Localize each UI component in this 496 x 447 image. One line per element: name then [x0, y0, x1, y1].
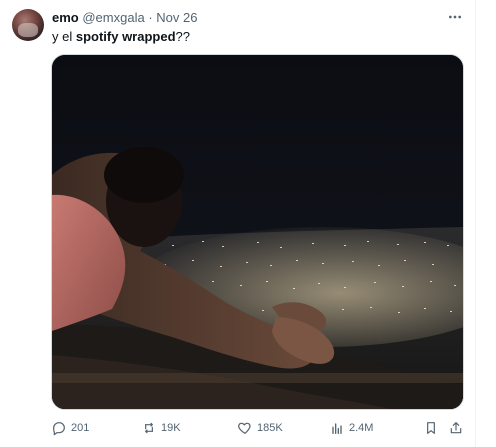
repost-count: 19K [161, 422, 181, 434]
post-date[interactable]: Nov 26 [156, 10, 197, 25]
night-city-photo [52, 55, 463, 409]
views-count: 2.4M [349, 422, 374, 434]
reply-count: 201 [71, 422, 90, 434]
repost-action[interactable]: 19K [141, 418, 181, 438]
like-action[interactable]: 185K [237, 418, 283, 438]
share-icon [450, 422, 462, 434]
reply-action[interactable]: 201 [51, 418, 89, 438]
action-bar: 201 19K 185K 2.4M [51, 418, 466, 438]
author-name[interactable]: emo [52, 10, 79, 25]
avatar[interactable] [12, 9, 44, 41]
views-icon [332, 423, 342, 434]
header-separator: · [148, 10, 153, 25]
author-handle[interactable]: @emxgala [82, 10, 144, 25]
column-divider [475, 0, 476, 447]
heart-icon [238, 422, 251, 434]
views-action[interactable]: 2.4M [329, 418, 373, 438]
more-horizontal-icon[interactable] [447, 9, 463, 25]
post-image[interactable] [51, 54, 464, 410]
bookmark-icon [427, 422, 435, 434]
reply-icon [53, 422, 65, 436]
post-text-suffix: ?? [175, 29, 190, 44]
share-action[interactable] [448, 418, 464, 438]
post-header: emo @emxgala · Nov 26 [52, 10, 198, 26]
post-card: emo @emxgala · Nov 26 y el spotify wrapp… [0, 0, 496, 447]
bookmark-action[interactable] [423, 418, 439, 438]
post-text: y el spotify wrapped?? [52, 28, 190, 45]
post-text-bold: spotify wrapped [75, 29, 176, 44]
repost-icon [145, 422, 153, 434]
post-text-prefix: y el [52, 29, 76, 44]
like-count: 185K [257, 422, 283, 434]
